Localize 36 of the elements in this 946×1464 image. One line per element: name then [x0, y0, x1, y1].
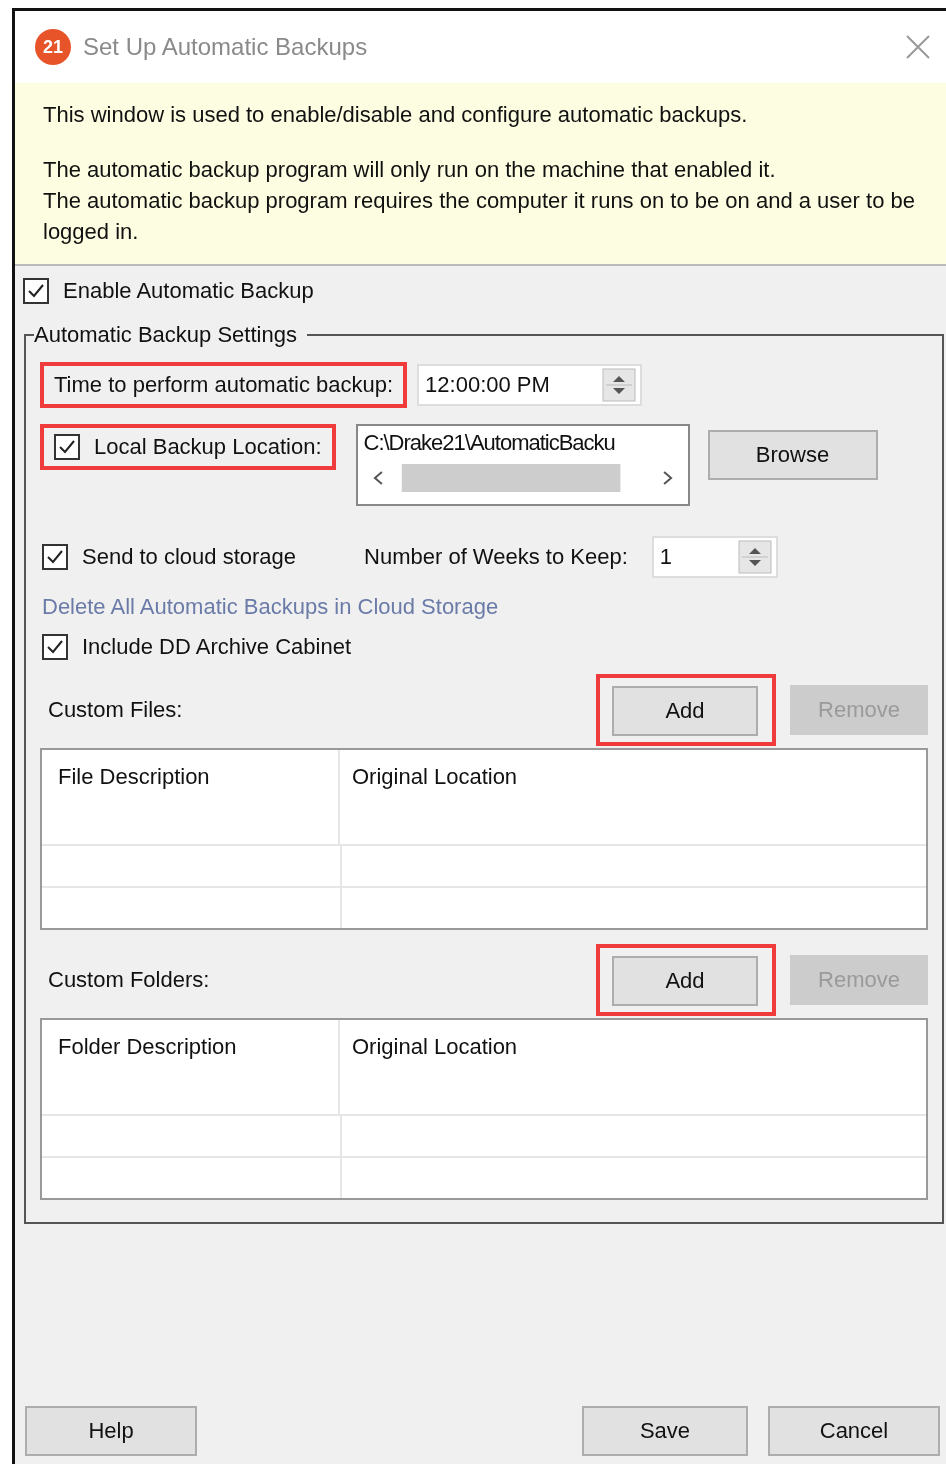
spinner-arrows-icon[interactable] — [737, 540, 772, 574]
checkbox[interactable] — [54, 434, 80, 460]
column-header[interactable]: Folder Description — [58, 1034, 237, 1059]
checkbox[interactable] — [42, 634, 68, 660]
path-field[interactable]: C:\Drake21\AutomaticBacku — [355, 424, 690, 506]
checkbox-label: Send to cloud storage — [82, 544, 297, 570]
weeks-label: Number of Weeks to Keep: — [364, 544, 628, 570]
save-button[interactable]: Save — [582, 1406, 748, 1456]
spinner-arrows-icon[interactable] — [602, 368, 637, 402]
column-header[interactable]: Original Location — [352, 1034, 518, 1059]
cancel-button[interactable]: Cancel — [768, 1406, 940, 1456]
time-label: Time to perform automatic backup: — [54, 372, 394, 397]
close-icon[interactable] — [904, 33, 932, 61]
app-logo: 21 — [35, 29, 71, 65]
path-text: C:\Drake21\AutomaticBacku — [363, 430, 616, 456]
checkbox[interactable] — [23, 278, 49, 304]
delete-link[interactable]: Delete All Automatic Backups in Cloud Storage — [42, 594, 499, 620]
list-label: Custom Files: — [47, 697, 184, 723]
add-button[interactable]: Add — [612, 686, 758, 736]
window-title: Set Up Automatic Backups — [83, 33, 369, 61]
info-text: The automatic backup program will only run on the machine that enabled it. — [43, 156, 777, 184]
checkbox-label: Local Backup Location: — [94, 434, 322, 460]
list-label: Custom Folders: — [47, 967, 211, 993]
time-field[interactable]: 12:00:00 PM — [417, 364, 643, 406]
group-legend: Automatic Backup Settings — [34, 322, 307, 348]
help-button[interactable]: Help — [25, 1406, 197, 1456]
info-text: This window is used to enable/disable and configure automatic backups. — [43, 101, 749, 129]
column-header[interactable]: Original Location — [352, 764, 518, 789]
info-text: The automatic backup program requires the computer it runs on to be on and a user to be logged in. — [43, 187, 916, 246]
add-button[interactable]: Add — [612, 956, 758, 1006]
checkbox-label: Include DD Archive Cabinet — [82, 634, 352, 660]
browse-button[interactable]: Browse — [707, 430, 878, 480]
weeks-field[interactable]: 1 — [651, 536, 778, 578]
column-header[interactable]: File Description — [58, 764, 210, 789]
checkbox-label: Enable Automatic Backup — [63, 278, 314, 304]
checkbox[interactable] — [42, 544, 68, 570]
